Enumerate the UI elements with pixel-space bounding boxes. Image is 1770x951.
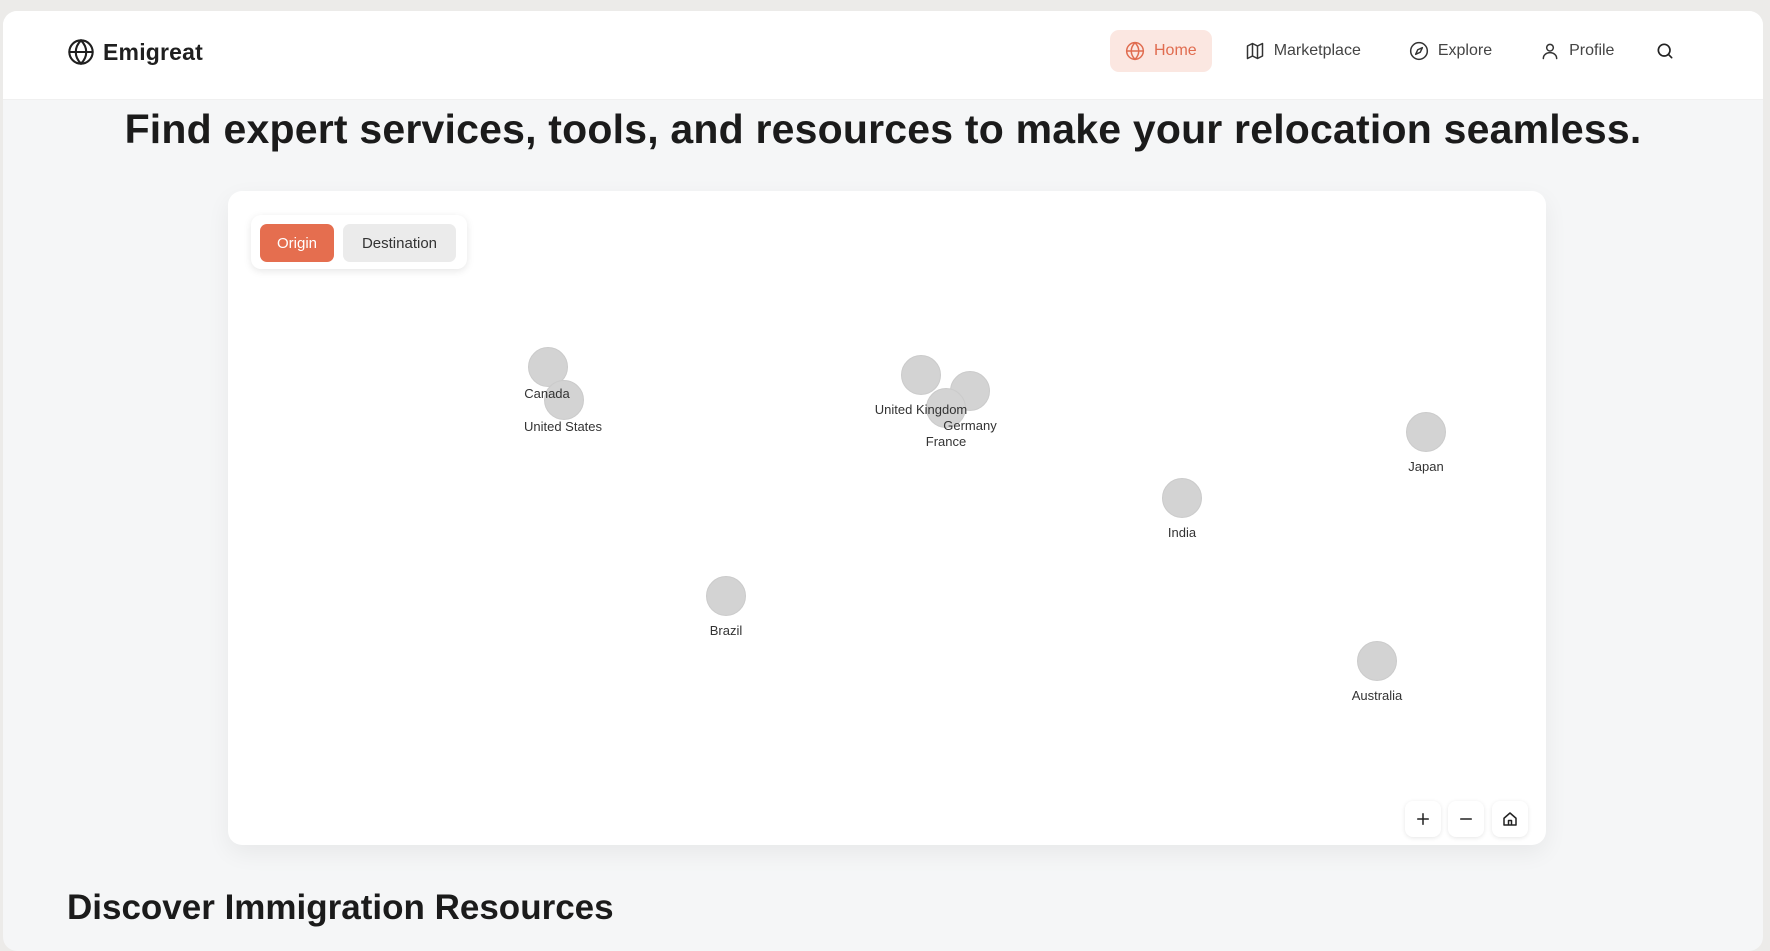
nav-profile-label: Profile xyxy=(1569,42,1615,59)
zoom-in-button[interactable] xyxy=(1405,801,1441,837)
plus-icon xyxy=(1417,813,1429,825)
country-label-united-kingdom: United Kingdom xyxy=(874,402,968,417)
search-icon xyxy=(1657,43,1673,59)
nav-explore-label: Explore xyxy=(1437,42,1493,59)
globe-icon xyxy=(68,38,94,66)
nav-explore[interactable]: Explore xyxy=(1394,30,1507,72)
minus-icon xyxy=(1460,818,1472,820)
world-map[interactable]: Origin Destination Canada United States … xyxy=(228,191,1546,845)
country-marker-united-kingdom[interactable] xyxy=(901,355,941,395)
reset-view-button[interactable] xyxy=(1492,801,1528,837)
hero-title: Find expert services, tools, and resourc… xyxy=(124,106,1642,152)
country-label-germany: Germany xyxy=(943,418,997,433)
origin-destination-toggle: Origin Destination xyxy=(251,215,467,269)
compass-icon xyxy=(1409,41,1428,61)
search-button[interactable] xyxy=(1647,30,1683,72)
section-title: Discover Immigration Resources xyxy=(67,888,614,927)
brand[interactable]: Emigreat xyxy=(67,38,203,66)
top-navigation: Emigreat Home Marketplace Explore Profil… xyxy=(3,11,1763,100)
nav-profile[interactable]: Profile xyxy=(1525,30,1629,72)
country-label-australia: Australia xyxy=(1351,688,1403,703)
brand-name: Emigreat xyxy=(103,38,204,65)
origin-button[interactable]: Origin xyxy=(260,224,334,262)
nav-home[interactable]: Home xyxy=(1110,30,1212,72)
country-label-canada: Canada xyxy=(524,386,570,401)
destination-button[interactable]: Destination xyxy=(343,224,456,262)
map-icon xyxy=(1246,42,1263,60)
country-marker-australia[interactable] xyxy=(1357,641,1397,681)
country-label-brazil: Brazil xyxy=(709,623,743,638)
globe-icon xyxy=(1125,41,1145,61)
country-marker-japan[interactable] xyxy=(1406,412,1446,452)
zoom-out-button[interactable] xyxy=(1448,801,1484,837)
country-label-united-states: United States xyxy=(523,419,603,434)
country-label-india: India xyxy=(1167,525,1197,540)
country-marker-brazil[interactable] xyxy=(706,576,746,616)
country-label-france: France xyxy=(925,434,967,449)
user-icon xyxy=(1542,43,1558,60)
app-window: Emigreat Home Marketplace Explore Profil… xyxy=(3,11,1763,951)
nav-marketplace-label: Marketplace xyxy=(1273,42,1361,59)
nav-links: Home Marketplace Explore Profile xyxy=(1110,30,1683,72)
country-label-japan: Japan xyxy=(1408,459,1444,474)
nav-home-label: Home xyxy=(1154,42,1197,59)
country-marker-india[interactable] xyxy=(1162,478,1202,518)
nav-marketplace[interactable]: Marketplace xyxy=(1230,30,1376,72)
home-icon xyxy=(1503,812,1517,826)
